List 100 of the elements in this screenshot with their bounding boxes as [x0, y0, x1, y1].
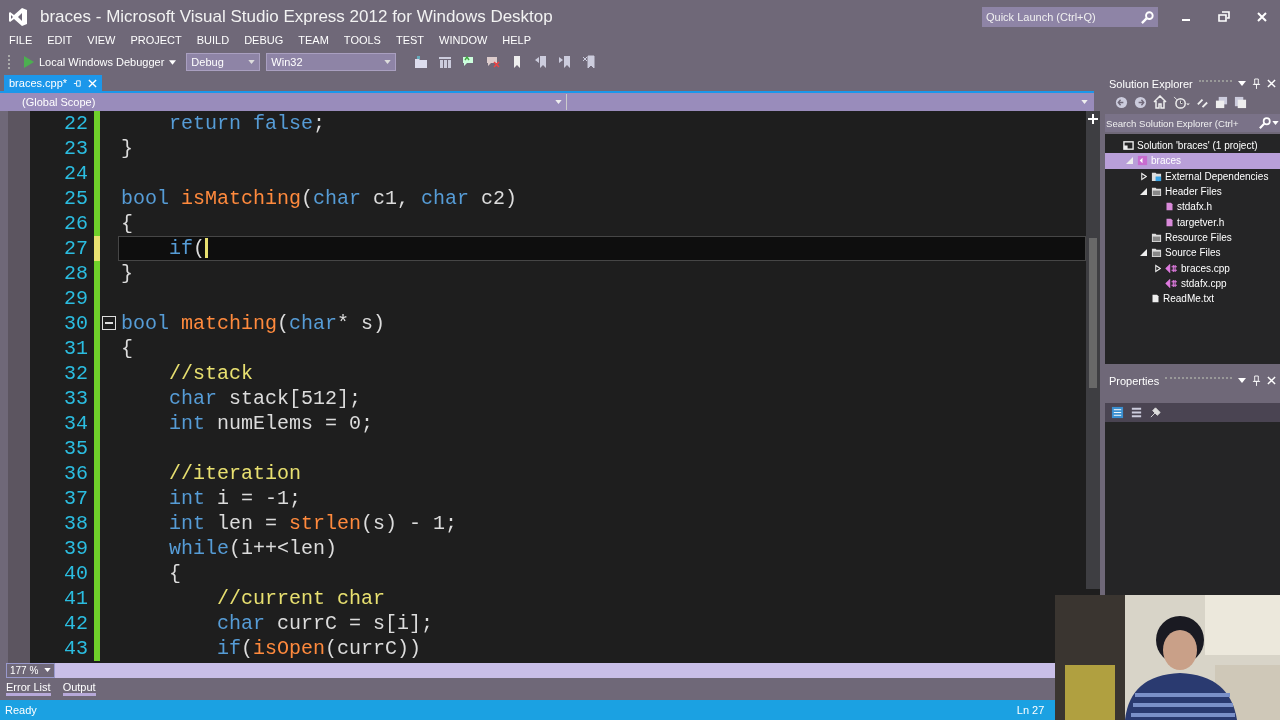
menu-item[interactable]: PROJECT	[130, 34, 182, 50]
expanded-icon[interactable]	[1140, 249, 1147, 257]
search-box[interactable]: Search Solution Explorer (Ctrl+	[1105, 114, 1280, 132]
line-number: 22	[63, 111, 89, 135]
file-icon	[1165, 201, 1174, 213]
line-number: 37	[63, 486, 89, 510]
tree-item[interactable]: stdafx.cpp	[1105, 275, 1280, 291]
forward-icon[interactable]	[1134, 95, 1147, 109]
menu-item[interactable]: EDIT	[47, 34, 73, 50]
tree-item[interactable]: braces.cpp	[1105, 260, 1280, 276]
menu-item[interactable]: HELP	[502, 34, 532, 50]
code-line: {	[121, 211, 133, 235]
caret-icon[interactable]	[1272, 121, 1279, 125]
tree-item[interactable]: ReadMe.txt	[1105, 290, 1280, 307]
caret-icon	[169, 59, 177, 65]
history-icon[interactable]	[1173, 95, 1190, 109]
close-icon[interactable]	[88, 78, 98, 88]
property-pages-icon[interactable]	[1149, 406, 1162, 419]
run-button[interactable]: Local Windows Debugger	[20, 56, 181, 68]
expanded-icon[interactable]	[1140, 188, 1147, 196]
search-field[interactable]: Search Solution Explorer (Ctrl+	[1106, 117, 1258, 129]
vertical-scrollbar[interactable]	[1086, 110, 1100, 589]
cpp-file-icon	[1165, 278, 1178, 288]
quick-launch-box[interactable]: Quick Launch (Ctrl+Q)	[982, 7, 1158, 27]
back-icon[interactable]	[1115, 95, 1128, 109]
window-title: braces - Microsoft Visual Studio Express 2012 for Windows Desktop	[40, 7, 553, 27]
bookmark-prev-icon[interactable]	[534, 55, 549, 69]
tree-item[interactable]: Resource Files	[1105, 229, 1280, 246]
code-line: bool matching(char* s)	[121, 311, 386, 335]
line-number: 23	[63, 136, 89, 160]
project-icon	[1137, 155, 1148, 167]
bookmark-clear-icon[interactable]	[582, 55, 597, 69]
collapsed-icon[interactable]	[1154, 263, 1161, 273]
copy-icon[interactable]	[1234, 95, 1247, 109]
caret-icon	[1081, 100, 1088, 105]
tree-item[interactable]: stdafx.h	[1105, 199, 1280, 215]
file-icon	[1151, 293, 1160, 305]
menu-item[interactable]: TOOLS	[343, 34, 381, 50]
menu-item[interactable]: DEBUG	[244, 34, 284, 50]
cpp-file-icon	[1165, 263, 1178, 273]
line-number: 43	[63, 636, 89, 660]
configuration-dropdown[interactable]: Debug	[186, 53, 261, 71]
code-line: while(i++<len)	[168, 536, 338, 560]
categorized-icon[interactable]	[1111, 406, 1124, 419]
collapse-icon[interactable]	[102, 316, 116, 331]
file-icon	[1165, 216, 1174, 228]
collapse-all-icon[interactable]	[1215, 95, 1228, 109]
tree-item[interactable]: targetver.h	[1105, 214, 1280, 230]
quick-launch-field[interactable]: Quick Launch (Ctrl+Q)	[986, 11, 1141, 23]
folder-icon[interactable]	[414, 55, 429, 69]
menu-item[interactable]: TEAM	[298, 34, 329, 50]
uncomment-icon[interactable]	[486, 55, 501, 69]
dependencies-icon	[1151, 170, 1162, 182]
panel-tab[interactable]: Output	[62, 681, 96, 697]
caret-icon	[248, 60, 256, 64]
alphabetical-icon[interactable]	[1130, 406, 1143, 419]
line-number: 29	[63, 286, 89, 310]
pin-icon[interactable]	[1252, 375, 1261, 386]
line-number: 25	[63, 186, 89, 210]
pin-icon[interactable]	[1252, 78, 1261, 89]
caret-icon	[44, 668, 52, 673]
code-line: }	[121, 261, 133, 285]
panel-title: Solution Explorer	[1109, 77, 1193, 90]
search-icon	[1259, 117, 1271, 129]
menu-item[interactable]: TEST	[395, 34, 425, 50]
line-number: 27	[63, 236, 89, 260]
dropdown-icon[interactable]	[1238, 81, 1246, 86]
code-line: int numElems = 0;	[168, 411, 374, 435]
code-line: }	[121, 136, 133, 160]
tree-item[interactable]: External Dependencies	[1105, 168, 1280, 184]
menu-item[interactable]: WINDOW	[439, 34, 488, 50]
line-number: 30	[63, 311, 89, 335]
line-number: 31	[63, 336, 89, 360]
menu-item[interactable]: FILE	[9, 34, 33, 50]
split-icon[interactable]	[1088, 113, 1098, 124]
caret-icon	[555, 100, 562, 105]
code-line: char currC = s[i];	[216, 611, 434, 635]
pin-icon[interactable]	[73, 78, 83, 88]
home-icon[interactable]	[1153, 95, 1167, 109]
collapsed-icon[interactable]	[1140, 171, 1147, 181]
line-number: 33	[63, 386, 89, 410]
close-icon[interactable]	[1267, 376, 1276, 385]
folder-icon	[1151, 247, 1162, 259]
dropdown-icon[interactable]	[1238, 378, 1246, 383]
columns-icon[interactable]	[438, 55, 453, 69]
tree-item[interactable]: Solution 'braces' (1 project)	[1105, 138, 1280, 154]
tree-item[interactable]: Header Files	[1105, 183, 1280, 200]
bookmark-next-icon[interactable]	[558, 55, 573, 69]
folder-icon	[1151, 231, 1162, 243]
folder-icon	[1151, 186, 1162, 198]
menu-item[interactable]: VIEW	[87, 34, 116, 50]
tree-item[interactable]: Source Files	[1105, 245, 1280, 261]
platform-dropdown[interactable]: Win32	[266, 53, 397, 71]
panel-tab[interactable]: Error List	[6, 681, 51, 697]
panel-title: Properties	[1109, 374, 1160, 387]
editor-tab[interactable]: braces.cpp*	[4, 75, 103, 92]
code-line: char stack[512];	[168, 386, 362, 410]
close-icon[interactable]	[1267, 79, 1276, 88]
menu-item[interactable]: BUILD	[196, 34, 230, 50]
scrollbar-thumb[interactable]	[1089, 237, 1097, 388]
